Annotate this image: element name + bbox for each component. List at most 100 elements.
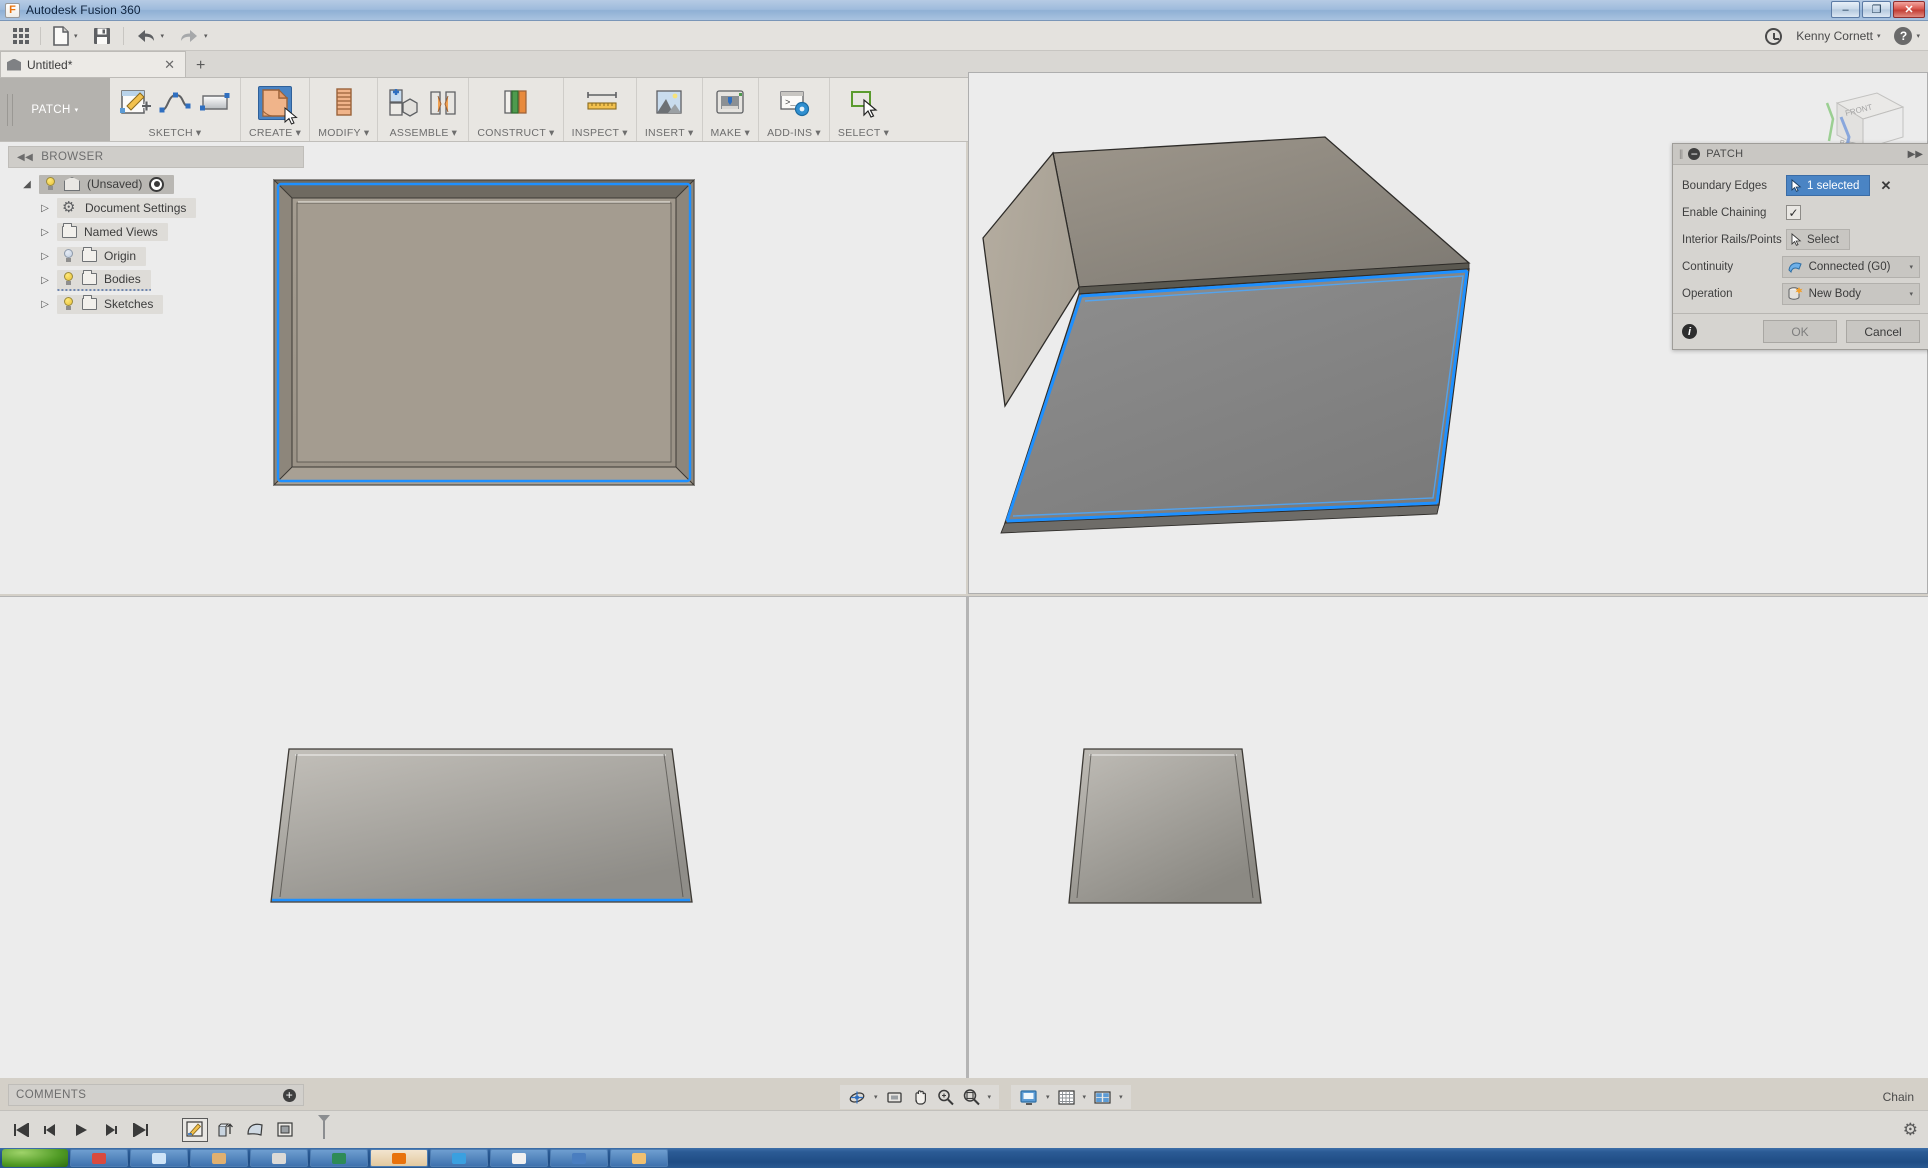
start-button[interactable] [2, 1149, 68, 1167]
save-button[interactable] [85, 23, 119, 49]
scripts-addins-icon[interactable]: >_ [777, 86, 811, 120]
ribbon-group-label[interactable]: SKETCH ▾ [149, 127, 202, 139]
taskbar-item[interactable] [430, 1149, 488, 1167]
patch-surface-icon[interactable] [258, 86, 292, 120]
continuity-dropdown[interactable]: Connected (G0) ▾ [1782, 256, 1920, 278]
tree-item-origin[interactable]: ▷ Origin [12, 244, 312, 268]
close-button[interactable]: ✕ [1893, 1, 1925, 18]
viewport-divider-vertical[interactable] [966, 596, 968, 1078]
viewport-bottom-right[interactable] [968, 596, 1928, 1078]
workspace-switcher[interactable]: PATCH ▾ [0, 78, 110, 141]
pan-hand-icon[interactable] [909, 1088, 931, 1106]
operation-dropdown[interactable]: New Body ▾ [1782, 283, 1920, 305]
go-to-beginning-button[interactable] [8, 1117, 34, 1143]
ribbon-group-label[interactable]: CONSTRUCT ▾ [477, 127, 554, 139]
collapse-left-arrows-icon[interactable]: ◀◀ [17, 152, 33, 163]
new-tab-button[interactable]: + [186, 57, 215, 77]
expand-triangle-icon[interactable]: ▷ [38, 251, 52, 262]
expand-triangle-icon[interactable]: ▷ [38, 203, 52, 214]
light-bulb-icon[interactable] [62, 249, 75, 264]
taskbar-item[interactable] [70, 1149, 128, 1167]
collapse-minus-icon[interactable]: − [1688, 148, 1700, 160]
measure-ruler-icon[interactable] [583, 86, 617, 120]
expand-triangle-icon[interactable]: ▷ [38, 227, 52, 238]
new-file-button[interactable]: ▾ [45, 23, 85, 49]
taskbar-item[interactable] [310, 1149, 368, 1167]
look-at-icon[interactable] [883, 1089, 906, 1106]
cancel-button[interactable]: Cancel [1846, 320, 1920, 343]
light-bulb-icon[interactable] [62, 297, 75, 312]
maximize-button[interactable]: ❐ [1862, 1, 1891, 18]
modify-ruled-icon[interactable] [327, 86, 361, 120]
close-icon[interactable]: ✕ [160, 57, 179, 73]
timeline-marker[interactable] [316, 1113, 332, 1146]
expand-triangle-icon[interactable]: ◢ [20, 179, 34, 190]
redo-button[interactable]: ▾ [171, 23, 215, 49]
enable-chaining-checkbox[interactable]: ✓ [1786, 205, 1801, 220]
expand-right-arrows-icon[interactable]: ▶▶ [1908, 149, 1923, 160]
grid-snaps-icon[interactable]: ▾ [1055, 1089, 1089, 1106]
step-forward-button[interactable] [98, 1117, 124, 1143]
undo-button[interactable]: ▾ [128, 23, 172, 49]
display-settings-icon[interactable]: ▾ [1017, 1089, 1052, 1106]
ribbon-group-label[interactable]: CREATE ▾ [249, 127, 301, 139]
construction-plane-icon[interactable] [499, 86, 533, 120]
play-button[interactable] [68, 1117, 94, 1143]
taskbar-item[interactable] [130, 1149, 188, 1167]
timeline-feature-sketch[interactable] [182, 1118, 208, 1142]
comments-panel-header[interactable]: COMMENTS + [8, 1084, 304, 1106]
go-to-end-button[interactable] [128, 1117, 154, 1143]
info-icon[interactable]: i [1682, 324, 1697, 339]
timeline-feature-extrude[interactable] [212, 1118, 238, 1142]
timeline-settings-gear-icon[interactable]: ⚙ [1903, 1120, 1918, 1140]
viewports-icon[interactable]: ▾ [1091, 1089, 1125, 1106]
expand-triangle-icon[interactable]: ▷ [38, 275, 52, 286]
light-bulb-icon[interactable] [62, 272, 75, 287]
timeline-feature-body[interactable] [272, 1118, 298, 1142]
insert-image-icon[interactable] [652, 86, 686, 120]
new-component-icon[interactable] [386, 86, 420, 120]
viewport-bottom-left[interactable] [0, 596, 966, 1078]
light-bulb-icon[interactable] [44, 177, 57, 192]
3d-print-icon[interactable] [713, 86, 747, 120]
clock-icon[interactable] [1765, 28, 1782, 45]
timeline-feature-patch[interactable] [242, 1118, 268, 1142]
drag-grip-icon[interactable]: || [1679, 149, 1682, 160]
question-mark-icon[interactable]: ? [1894, 27, 1912, 45]
expand-triangle-icon[interactable]: ▷ [38, 299, 52, 310]
spline-icon[interactable] [158, 86, 192, 120]
app-grid-button[interactable] [6, 23, 36, 49]
document-tab-untitled[interactable]: Untitled* ✕ [0, 51, 186, 77]
taskbar-item[interactable] [610, 1149, 668, 1167]
activate-radio-icon[interactable] [149, 177, 164, 192]
ok-button[interactable]: OK [1763, 320, 1837, 343]
joint-icon[interactable] [426, 86, 460, 120]
taskbar-item[interactable] [550, 1149, 608, 1167]
ribbon-group-label[interactable]: ADD-INS ▾ [767, 127, 821, 139]
interior-rails-selection-button[interactable]: Select [1786, 229, 1850, 250]
ribbon-group-label[interactable]: ASSEMBLE ▾ [390, 127, 458, 139]
clear-selection-icon[interactable]: ✕ [1876, 178, 1895, 194]
tree-item-sketches[interactable]: ▷ Sketches [12, 292, 312, 316]
tree-item-named-views[interactable]: ▷ Named Views [12, 220, 312, 244]
orbit-icon[interactable]: ▾ [846, 1089, 880, 1106]
tree-item-bodies[interactable]: ▷ Bodies [12, 268, 312, 292]
create-sketch-icon[interactable] [118, 86, 152, 120]
surface-icon[interactable] [198, 86, 232, 120]
taskbar-item[interactable] [250, 1149, 308, 1167]
taskbar-item[interactable] [190, 1149, 248, 1167]
ribbon-group-label[interactable]: MODIFY ▾ [318, 127, 369, 139]
add-comment-icon[interactable]: + [283, 1089, 296, 1102]
tree-item-unsaved[interactable]: ◢ (Unsaved) [12, 172, 312, 196]
user-menu[interactable]: Kenny Cornett [1796, 29, 1873, 43]
step-back-button[interactable] [38, 1117, 64, 1143]
taskbar-item-active[interactable] [370, 1149, 428, 1167]
boundary-edges-selection-button[interactable]: 1 selected [1786, 175, 1870, 196]
ribbon-group-label[interactable]: INSPECT ▾ [572, 127, 628, 139]
minimize-button[interactable]: – [1831, 1, 1860, 18]
fit-icon[interactable]: ▾ [960, 1088, 994, 1106]
ribbon-group-label[interactable]: INSERT ▾ [645, 127, 694, 139]
patch-dialog-titlebar[interactable]: || − PATCH ▶▶ [1673, 144, 1928, 165]
ribbon-group-label[interactable]: MAKE ▾ [711, 127, 751, 139]
zoom-icon[interactable] [934, 1088, 957, 1106]
